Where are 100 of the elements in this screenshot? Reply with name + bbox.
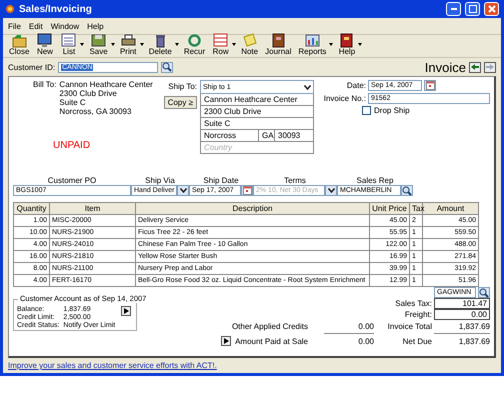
arrow-right-icon xyxy=(486,64,494,70)
input-field[interactable]: 0.00 xyxy=(434,309,490,320)
total-label: Invoice Total xyxy=(386,322,432,331)
dropdown-arrow-icon[interactable] xyxy=(140,42,144,46)
book-icon xyxy=(270,32,287,48)
field-label: Ship Date xyxy=(202,176,240,185)
dropdown-arrow-icon[interactable] xyxy=(110,42,115,46)
input-field[interactable]: 30093 xyxy=(274,130,314,142)
menu-item[interactable]: Help xyxy=(87,22,104,30)
status-label: UNPAID xyxy=(53,140,92,151)
toolbar-button[interactable]: Row xyxy=(210,32,232,56)
field-label: Ship To: xyxy=(168,82,197,91)
dropdown-arrow-icon[interactable] xyxy=(174,42,179,46)
arrow-right-icon xyxy=(224,338,229,344)
column-header: Unit Price xyxy=(370,202,410,214)
address-line: Suite C xyxy=(59,98,87,107)
toolbar-button[interactable]: Note xyxy=(239,32,260,56)
field-label: Freight: xyxy=(404,310,432,319)
next-button[interactable] xyxy=(484,62,496,72)
field-label: Customer ID: xyxy=(8,62,56,72)
toolbar-button[interactable]: Help xyxy=(336,32,358,56)
field-label: Sales Rep xyxy=(356,176,394,185)
checkbox[interactable] xyxy=(362,106,371,115)
column-header: Quantity xyxy=(14,202,50,214)
calendar-icon xyxy=(242,186,252,195)
grid-icon xyxy=(212,32,230,48)
column-header: Item xyxy=(50,202,136,214)
toolbar-button[interactable]: Reports xyxy=(296,32,328,56)
expand-button[interactable] xyxy=(221,336,232,346)
lookup-button[interactable] xyxy=(401,185,413,196)
search-icon xyxy=(402,186,412,196)
checkbox-label: Drop Ship xyxy=(374,106,410,115)
total-value: 1,837.69 xyxy=(458,322,490,331)
close-button[interactable] xyxy=(484,2,499,16)
toolbar-button[interactable]: Close xyxy=(7,32,32,56)
input-field[interactable]: GA xyxy=(258,130,274,142)
column-header: Description xyxy=(136,202,370,214)
lookup-button[interactable] xyxy=(478,287,490,298)
recycle-icon xyxy=(186,32,203,48)
dropdown-arrow-icon[interactable] xyxy=(80,42,84,46)
input-field[interactable]: Norcross xyxy=(200,130,258,142)
input-field[interactable]: Cannon Heathcare Center xyxy=(200,94,314,106)
toolbar-button[interactable]: Recur xyxy=(182,32,208,56)
promo-link[interactable]: Improve your sales and customer service efforts with ACT!. xyxy=(3,358,501,373)
arrow-right-icon xyxy=(124,308,129,314)
window-title: Sales/Invoicing xyxy=(19,4,92,14)
column-header: Tax xyxy=(410,202,422,214)
field-label: Bill To: xyxy=(33,80,56,91)
previous-button[interactable] xyxy=(469,62,481,72)
chart-icon xyxy=(304,32,321,48)
minimize-button[interactable] xyxy=(446,2,461,16)
menu-item[interactable]: File xyxy=(8,22,21,30)
total-value: 0.00 xyxy=(357,336,374,346)
list-icon xyxy=(60,32,78,48)
toolbar-button[interactable]: Save xyxy=(87,32,110,56)
address-line: Norcross, GA 30093 xyxy=(59,107,132,116)
field-label: Ship Via xyxy=(144,176,176,185)
field-label: Date: xyxy=(346,81,366,90)
address-line: 2300 Club Drive xyxy=(59,89,118,98)
dropdown-arrow-icon[interactable] xyxy=(358,42,362,46)
maximize-icon xyxy=(468,5,476,13)
minimize-icon xyxy=(450,8,456,10)
field-label: Customer PO xyxy=(46,176,98,185)
printer-icon xyxy=(120,32,137,48)
lookup-button[interactable] xyxy=(161,62,174,72)
field-label: Invoice No.: xyxy=(322,94,366,103)
maximize-button[interactable] xyxy=(465,2,480,16)
toolbar-button[interactable]: List xyxy=(58,32,80,56)
arrow-left-icon xyxy=(471,64,479,70)
search-icon xyxy=(479,288,489,298)
copy-button[interactable]: Copy ≥ xyxy=(164,96,197,109)
toolbar-button[interactable]: Delete xyxy=(146,32,174,56)
total-value: 0.00 xyxy=(357,322,374,331)
toolbar-button[interactable]: Journal xyxy=(263,32,294,56)
menu-item[interactable]: Edit xyxy=(28,22,43,30)
toolbar-button[interactable]: New xyxy=(34,32,56,56)
input-field[interactable]: 2300 Club Drive xyxy=(200,106,314,118)
book-icon xyxy=(338,32,356,48)
total-label: Other Applied Credits xyxy=(232,322,308,331)
note-icon xyxy=(241,32,258,48)
menu-item[interactable]: Window xyxy=(50,22,80,30)
document-title: Invoice xyxy=(424,60,466,74)
field-label: Terms xyxy=(283,176,307,185)
toolbar-button[interactable]: Print xyxy=(118,32,139,56)
total-label: Net Due xyxy=(402,336,432,346)
total-label: Amount Paid at Sale xyxy=(235,336,308,346)
field-label: Sales Tax: xyxy=(395,299,432,308)
dropdown-arrow-icon[interactable] xyxy=(232,42,236,46)
search-icon xyxy=(162,62,172,72)
monitor-icon xyxy=(36,32,54,48)
field-value: 101.47 xyxy=(434,298,490,309)
calendar-icon xyxy=(426,81,434,90)
address-line: Cannon Heathcare Center xyxy=(59,80,153,89)
folder-icon xyxy=(10,32,28,48)
total-value: 1,837.69 xyxy=(458,336,490,346)
expand-button[interactable] xyxy=(121,306,132,316)
dropdown-arrow-icon[interactable] xyxy=(329,42,334,46)
input-field[interactable]: Suite C xyxy=(200,118,314,130)
app-icon xyxy=(5,4,15,14)
close-icon xyxy=(488,5,496,13)
